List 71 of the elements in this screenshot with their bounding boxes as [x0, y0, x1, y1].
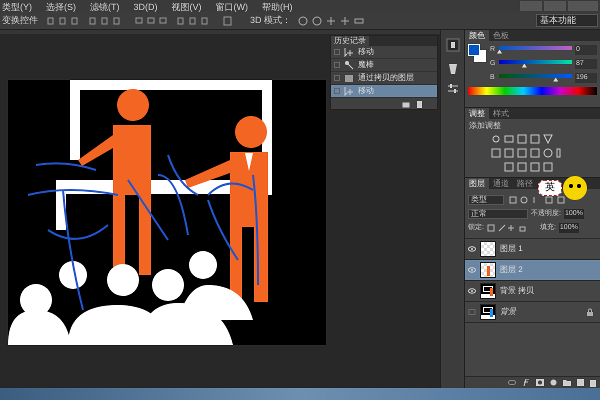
checkbox[interactable] — [334, 49, 340, 55]
slider-track[interactable] — [499, 46, 572, 54]
slider-thumb[interactable] — [553, 78, 558, 82]
menu-item[interactable]: 3D(D) — [134, 2, 158, 12]
layer-name: 图层 1 — [500, 243, 523, 255]
move-tool-icon — [344, 86, 354, 96]
panel-heading: 添加调整 — [468, 120, 502, 132]
menu-item[interactable]: 视图(V) — [172, 2, 202, 12]
mode-label: 3D 模式： — [250, 14, 292, 27]
layer-row[interactable]: 背景 — [465, 302, 600, 323]
color-spectrum-bar[interactable] — [468, 87, 597, 95]
magic-wand-icon — [344, 60, 354, 70]
panel-tab[interactable]: 调整 — [465, 108, 489, 119]
layer-icon — [344, 73, 354, 83]
lock-icon — [587, 308, 593, 316]
panel-tab[interactable]: 历史记录 — [331, 36, 369, 46]
checkbox[interactable] — [334, 75, 340, 81]
layer-thumbnail — [480, 241, 496, 257]
layer-thumbnail — [480, 304, 496, 320]
menu-item[interactable]: 选择(S) — [46, 2, 76, 12]
panel-tab[interactable]: 颜色 — [465, 30, 489, 41]
menu-item[interactable]: 类型(Y) — [2, 2, 32, 12]
input-method-badge: 英 — [538, 180, 562, 196]
checkbox[interactable] — [334, 88, 340, 94]
adjustment-layer-icon[interactable] — [550, 379, 557, 386]
layer-style-icon[interactable] — [522, 379, 530, 386]
mask-icon[interactable] — [536, 379, 544, 386]
menu-item[interactable]: 帮助(H) — [262, 2, 292, 12]
menu-item[interactable]: 窗口(W) — [216, 2, 248, 12]
panel-tab[interactable]: 样式 — [489, 108, 513, 119]
history-label: 魔棒 — [358, 59, 374, 71]
filter-dropdown[interactable]: 类型 — [468, 195, 504, 205]
slider-track[interactable] — [499, 60, 572, 68]
layer-thumbnail — [480, 283, 496, 299]
cartoon-mascot-drawing — [562, 174, 588, 202]
folder-icon[interactable] — [563, 379, 571, 386]
checkbox[interactable] — [334, 62, 340, 68]
panel-tab[interactable]: 通道 — [489, 178, 513, 189]
link-icon[interactable] — [508, 380, 516, 385]
sliders-icon[interactable] — [446, 84, 458, 94]
layer-name: 背景 — [500, 306, 516, 318]
trash-icon[interactable] — [416, 100, 423, 108]
move-tool-icon — [344, 47, 354, 57]
color-swatches-drawing[interactable] — [468, 44, 486, 62]
slider-thumb[interactable] — [522, 64, 527, 68]
trash-icon[interactable] — [590, 378, 596, 386]
brush-preset-icon[interactable] — [446, 62, 458, 74]
adjustment-icons-drawing — [491, 134, 561, 174]
slider-track[interactable] — [499, 74, 572, 82]
snapshot-icon[interactable] — [402, 100, 410, 108]
panel-tab[interactable]: 色板 — [489, 30, 513, 41]
blend-mode-dropdown[interactable]: 正常 — [468, 209, 528, 220]
lock-options-icons-drawing — [486, 224, 527, 232]
layer-name: 图层 2 — [500, 264, 523, 276]
history-item[interactable]: 移动 — [331, 46, 437, 59]
eye-icon[interactable] — [468, 246, 476, 252]
layer-thumbnail — [480, 262, 496, 278]
option-label: 变换控件 — [2, 14, 38, 27]
menu-item[interactable]: 滤镜(T) — [90, 2, 120, 12]
history-label: 通过拷贝的图层 — [358, 72, 414, 84]
history-item[interactable]: 魔棒 — [331, 59, 437, 72]
slider-thumb[interactable] — [497, 50, 502, 54]
layer-name: 背景 拷贝 — [500, 285, 534, 297]
layer-row[interactable]: 背景 拷贝 — [465, 281, 600, 302]
brush-tool-icon[interactable] — [446, 38, 460, 52]
history-label: 移动 — [358, 46, 374, 58]
eye-icon[interactable] — [468, 288, 476, 294]
panel-tab[interactable]: 路径 — [513, 178, 537, 189]
workspace-dropdown[interactable]: 基本功能 — [536, 14, 598, 27]
panel-tab[interactable]: 图层 — [465, 178, 489, 189]
history-label: 移动 — [358, 85, 374, 97]
